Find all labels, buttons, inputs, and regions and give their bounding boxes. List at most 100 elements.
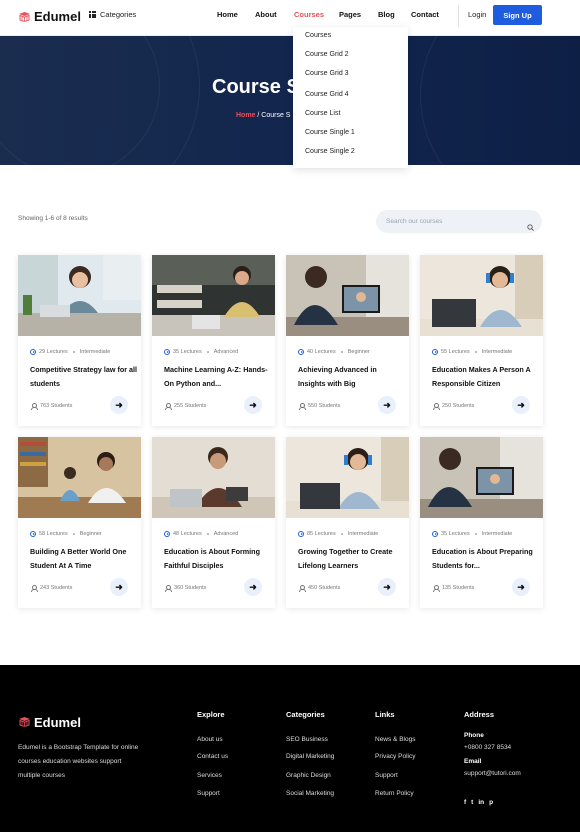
course-level: Advanced <box>213 349 239 355</box>
course-title[interactable]: Machine Learning A-Z: Hands-On Python an… <box>164 363 272 391</box>
footer-link[interactable]: Support <box>375 772 398 779</box>
breadcrumb-home[interactable]: Home <box>236 112 255 119</box>
nav-pages[interactable]: Pages <box>339 10 361 19</box>
arrow-right-button[interactable]: ➜ <box>110 396 128 414</box>
arrow-right-button[interactable]: ➜ <box>512 578 530 596</box>
footer-link[interactable]: Digital Marketing <box>286 753 334 760</box>
course-title[interactable]: Education is About Forming Faithful Disc… <box>164 545 272 573</box>
footer-link[interactable]: Social Marketing <box>286 790 334 797</box>
footer-link[interactable]: Contact us <box>197 753 228 760</box>
nav-home[interactable]: Home <box>217 10 238 19</box>
footer-heading-address: Address <box>464 710 495 719</box>
course-card[interactable]: 48 Lectures Advanced Education is About F… <box>152 437 275 608</box>
arrow-right-button[interactable]: ➜ <box>244 396 262 414</box>
social-links: f t in p <box>464 799 493 806</box>
footer-link[interactable]: Services <box>197 772 222 779</box>
course-title[interactable]: Growing Together to Create Lifelong Lear… <box>298 545 406 573</box>
course-thumbnail[interactable] <box>152 437 275 518</box>
pinterest-icon[interactable]: p <box>489 799 493 806</box>
course-meta: 55 Lectures Intermediate <box>432 349 512 355</box>
email-label: Email <box>464 758 482 765</box>
course-card[interactable]: 35 Lectures Advanced Machine Learning A-Z… <box>152 255 275 426</box>
course-card[interactable]: 55 Lectures Intermediate Education Makes … <box>420 255 543 426</box>
user-icon <box>298 585 306 592</box>
course-card[interactable]: 40 Lectures Beginner Achieving Advanced i… <box>286 255 409 426</box>
search-input[interactable] <box>386 210 516 233</box>
course-level: Beginner <box>79 531 102 537</box>
course-meta: 35 Lectures Intermediate <box>432 531 512 537</box>
course-thumbnail[interactable] <box>18 437 141 518</box>
course-title[interactable]: Education Makes A Person A Responsible C… <box>432 363 540 391</box>
footer-link[interactable]: Privacy Policy <box>375 753 415 760</box>
footer-heading-links: Links <box>375 710 395 719</box>
menu-item-courses[interactable]: Courses <box>305 32 331 39</box>
breadcrumb-current: / Course S <box>257 112 291 119</box>
twitter-icon[interactable]: t <box>471 799 473 806</box>
categories-button[interactable]: Categories <box>89 10 136 19</box>
footer-link[interactable]: News & Blogs <box>375 736 415 743</box>
course-title[interactable]: Competitive Strategy law for all student… <box>30 363 138 391</box>
footer-link[interactable]: Support <box>197 790 220 797</box>
page-hero: Course S Home / Course S <box>0 36 580 165</box>
course-thumbnail[interactable] <box>152 255 275 336</box>
user-icon <box>164 585 172 592</box>
nav-about[interactable]: About <box>255 10 277 19</box>
login-link[interactable]: Login <box>468 10 486 19</box>
user-icon <box>30 585 38 592</box>
menu-item-course-list[interactable]: Course List <box>305 110 340 117</box>
arrow-right-button[interactable]: ➜ <box>244 578 262 596</box>
course-meta: 85 Lectures Intermediate <box>298 531 378 537</box>
menu-item-course-grid-2[interactable]: Course Grid 2 <box>305 51 349 58</box>
course-card[interactable]: 35 Lectures Intermediate Education is Abo… <box>420 437 543 608</box>
brand-logo[interactable]: Edumel <box>18 9 81 24</box>
menu-item-course-grid-4[interactable]: Course Grid 4 <box>305 91 349 98</box>
nav-blog[interactable]: Blog <box>378 10 395 19</box>
facebook-icon[interactable]: f <box>464 799 466 806</box>
arrow-right-button[interactable]: ➜ <box>378 396 396 414</box>
user-icon <box>298 403 306 410</box>
course-card[interactable]: 58 Lectures Beginner Building A Better Wo… <box>18 437 141 608</box>
course-thumbnail[interactable] <box>420 255 543 336</box>
linkedin-icon[interactable]: in <box>478 799 484 806</box>
lecture-count: 85 Lectures <box>307 531 336 537</box>
arrow-right-button[interactable]: ➜ <box>512 396 530 414</box>
hero-decoration <box>420 36 580 165</box>
student-count-text: 135 Students <box>442 585 475 591</box>
course-card[interactable]: 85 Lectures Intermediate Growing Together… <box>286 437 409 608</box>
footer-brand-name: Edumel <box>34 715 81 730</box>
menu-item-course-single-1[interactable]: Course Single 1 <box>305 129 355 136</box>
user-icon <box>30 403 38 410</box>
course-thumbnail[interactable] <box>420 437 543 518</box>
nav-contact[interactable]: Contact <box>411 10 439 19</box>
footer-link[interactable]: Graphic Design <box>286 772 331 779</box>
footer-link[interactable]: SEO Business <box>286 736 328 743</box>
course-thumbnail[interactable] <box>18 255 141 336</box>
student-count-text: 450 Students <box>308 585 341 591</box>
phone-number[interactable]: +0800 327 8534 <box>464 744 511 751</box>
email-address[interactable]: support@tutori.com <box>464 770 521 777</box>
footer-link[interactable]: Return Policy <box>375 790 414 797</box>
arrow-right-button[interactable]: ➜ <box>378 578 396 596</box>
course-card[interactable]: 29 Lectures Intermediate Competitive Stra… <box>18 255 141 426</box>
course-title[interactable]: Building A Better World One Student At A… <box>30 545 138 573</box>
course-thumbnail[interactable] <box>286 255 409 336</box>
course-title[interactable]: Education is About Preparing Students fo… <box>432 545 540 573</box>
lecture-count: 58 Lectures <box>39 531 68 537</box>
site-footer: Edumel Edumel is a Bootstrap Template fo… <box>0 665 580 832</box>
search-icon[interactable] <box>527 218 534 236</box>
footer-link[interactable]: About us <box>197 736 223 743</box>
menu-item-course-single-2[interactable]: Course Single 2 <box>305 148 355 155</box>
arrow-right-button[interactable]: ➜ <box>110 578 128 596</box>
footer-logo[interactable]: Edumel <box>18 715 81 730</box>
dot-separator <box>72 533 75 535</box>
brand-name: Edumel <box>34 9 81 24</box>
lecture-count: 40 Lectures <box>307 349 336 355</box>
lecture-count: 35 Lectures <box>173 349 202 355</box>
course-level: Beginner <box>347 349 370 355</box>
dot-separator <box>72 351 75 353</box>
signup-button[interactable]: Sign Up <box>493 5 542 25</box>
course-title[interactable]: Achieving Advanced in Insights with Big <box>298 363 406 391</box>
nav-courses[interactable]: Courses <box>294 10 324 19</box>
menu-item-course-grid-3[interactable]: Course Grid 3 <box>305 70 349 77</box>
course-thumbnail[interactable] <box>286 437 409 518</box>
